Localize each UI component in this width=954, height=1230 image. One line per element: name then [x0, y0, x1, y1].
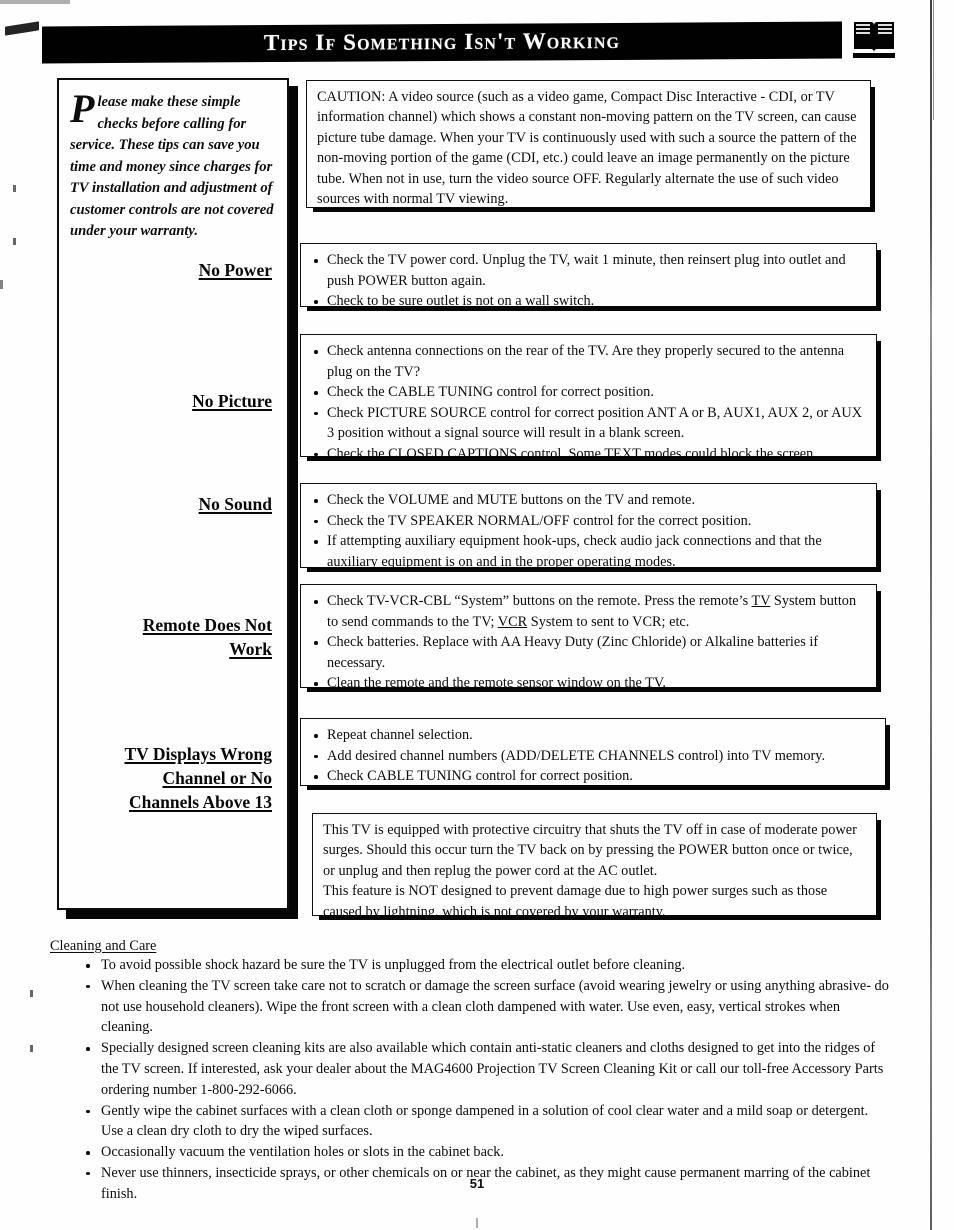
caution-box: CAUTION: A video source (such as a video…: [306, 80, 875, 212]
scan-artifact-right-line-secondary: [933, 0, 934, 120]
scan-artifact-dot: [30, 990, 33, 997]
scan-artifact-bottom-tick: [476, 1218, 478, 1228]
no-picture-list: Check antenna connections on the rear of…: [311, 341, 866, 465]
remote-underline-tv: TV: [751, 593, 771, 609]
no-picture-box: Check antenna connections on the rear of…: [300, 334, 881, 462]
remote-item-1-a: Check TV-VCR-CBL “System” buttons on the…: [327, 593, 752, 609]
left-box-shadow-right: [289, 86, 298, 918]
no-power-list: Check the TV power cord. Unplug the TV, …: [311, 250, 866, 312]
list-item: Check antenna connections on the rear of…: [311, 341, 866, 382]
no-sound-box: Check the VOLUME and MUTE buttons on the…: [300, 483, 881, 572]
remote-item-1-c: System to sent to VCR; etc.: [527, 613, 690, 630]
list-item: Check CABLE TUNING control for correct p…: [311, 766, 875, 787]
scan-artifact-right-line: [930, 0, 932, 1230]
wrong-channel-box: Repeat channel selection. Add desired ch…: [300, 718, 890, 790]
remote-underline-vcr: VCR: [497, 613, 528, 630]
scan-artifact-corner-mark: [5, 21, 39, 36]
page-number: 51: [469, 1176, 485, 1191]
remote-box: Check TV-VCR-CBL “System” buttons on the…: [300, 584, 881, 692]
section-label-remote-does-not-work: Remote Does Not Work: [142, 615, 272, 659]
scan-artifact-dot: [30, 1045, 33, 1052]
no-sound-list: Check the VOLUME and MUTE buttons on the…: [311, 490, 866, 572]
list-item: Check batteries. Replace with AA Heavy D…: [311, 632, 866, 673]
scan-artifact-top: [0, 0, 70, 4]
surge-note-paragraph-2: This feature is NOT designed to prevent …: [323, 883, 828, 920]
section-label-no-sound: No Sound: [198, 494, 272, 514]
list-item: To avoid possible shock hazard be sure t…: [82, 955, 892, 976]
list-item: Specially designed screen cleaning kits …: [82, 1038, 892, 1100]
scan-artifact-dot: [13, 185, 16, 192]
list-item: Check the TV SPEAKER NORMAL/OFF control …: [311, 511, 866, 532]
list-item: Check the CLOSED CAPTIONS control. Some …: [311, 444, 866, 465]
list-item: If attempting auxiliary equipment hook-u…: [311, 531, 866, 572]
page-title: Tips If Something Isn't Working: [263, 27, 621, 56]
no-power-box: Check the TV power cord. Unplug the TV, …: [300, 243, 881, 311]
section-label-tv-displays-wrong-channel: TV Displays Wrong Channel or No Channels…: [124, 744, 272, 812]
list-item: Check the CABLE TUNING control for corre…: [311, 382, 866, 403]
open-book-icon: [853, 19, 895, 59]
list-item: Check PICTURE SOURCE control for correct…: [311, 403, 866, 444]
caution-text: CAUTION: A video source (such as a video…: [317, 89, 857, 208]
manual-page: Tips If Something Isn't Working Please m…: [0, 0, 954, 1230]
wrong-channel-list: Repeat channel selection. Add desired ch…: [311, 725, 875, 787]
scan-artifact-left-edge: [0, 280, 3, 289]
list-item: Repeat channel selection.: [311, 725, 875, 746]
surge-note-paragraph-1: This TV is equipped with protective circ…: [323, 822, 857, 879]
list-item: When cleaning the TV screen take care no…: [82, 976, 892, 1038]
list-item: Add desired channel numbers (ADD/DELETE …: [311, 746, 875, 767]
list-item: Check TV-VCR-CBL “System” buttons on the…: [311, 591, 866, 632]
cleaning-and-care-heading: Cleaning and Care: [50, 938, 157, 954]
list-item: Gently wipe the cabinet surfaces with a …: [82, 1101, 892, 1143]
section-label-no-picture: No Picture: [192, 391, 272, 411]
intro-dropcap: P: [70, 86, 95, 131]
cleaning-and-care-list: To avoid possible shock hazard be sure t…: [82, 955, 892, 1205]
list-item: Occasionally vacuum the ventilation hole…: [82, 1142, 892, 1163]
list-item: Check the TV power cord. Unplug the TV, …: [311, 250, 866, 291]
left-box-shadow-bottom: [66, 910, 298, 919]
list-item: Check the VOLUME and MUTE buttons on the…: [311, 490, 866, 511]
remote-list: Check TV-VCR-CBL “System” buttons on the…: [311, 591, 866, 694]
intro-paragraph: Please make these simple checks before c…: [70, 86, 282, 243]
section-label-no-power: No Power: [198, 260, 272, 280]
list-item: Clean the remote and the remote sensor w…: [311, 673, 866, 694]
list-item: Check to be sure outlet is not on a wall…: [311, 291, 866, 312]
scan-artifact-dot: [13, 238, 16, 245]
intro-text: lease make these simple checks before ca…: [70, 94, 274, 239]
surge-note-box: This TV is equipped with protective circ…: [312, 813, 881, 920]
